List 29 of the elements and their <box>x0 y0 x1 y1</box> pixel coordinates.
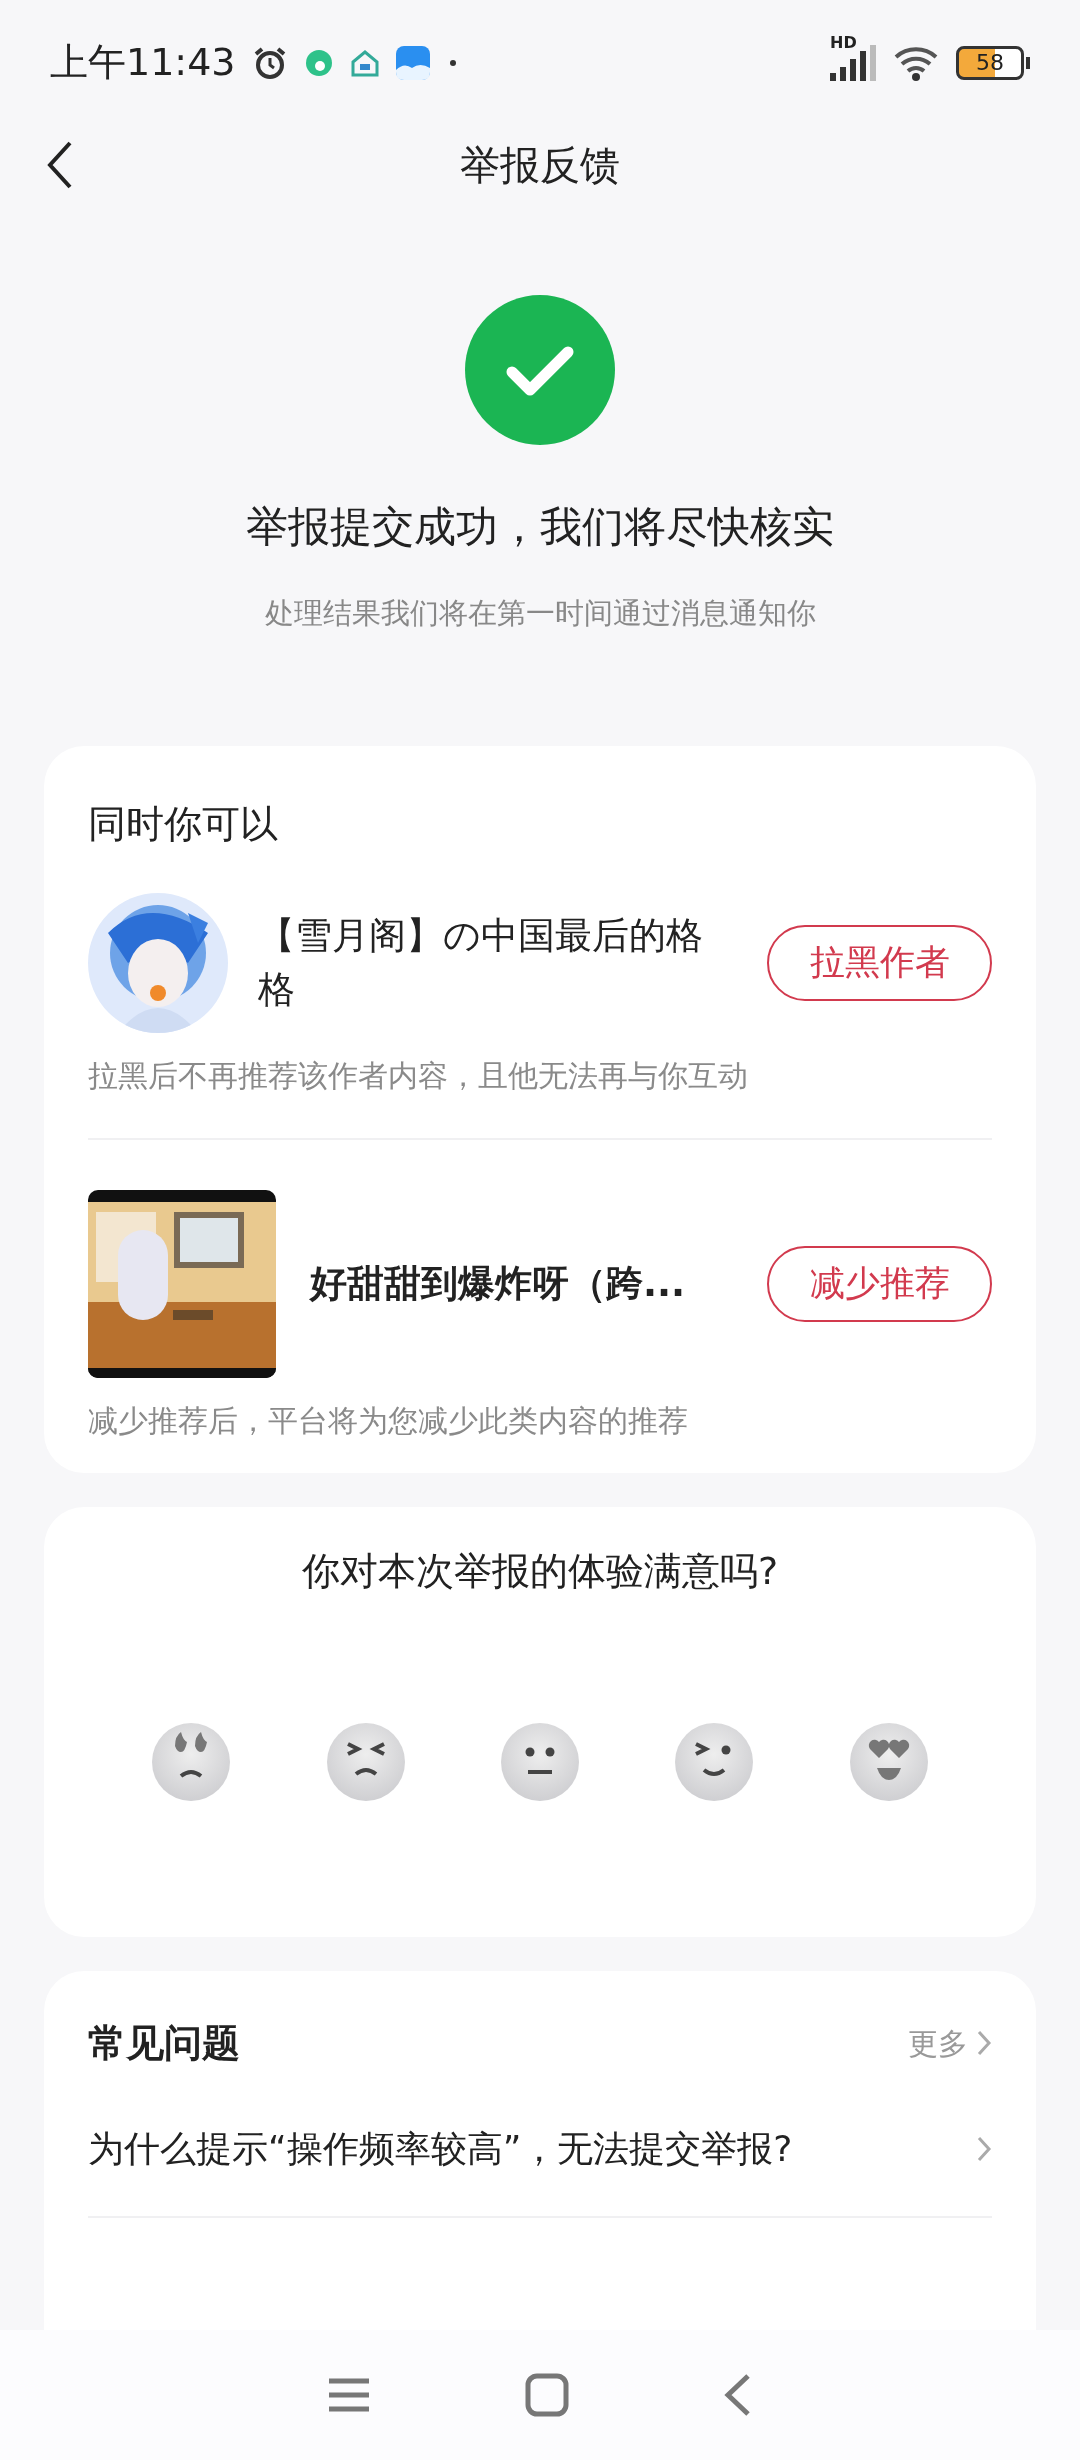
video-title: 好甜甜到爆炸呀（跨... <box>310 1260 687 1307</box>
neutral-face-icon[interactable] <box>499 1721 580 1802</box>
app-icon <box>303 47 334 78</box>
home-square-icon[interactable] <box>525 2373 569 2417</box>
winking-face-icon[interactable] <box>674 1721 755 1802</box>
result-subtitle: 处理结果我们将在第一时间通过消息通知你 <box>264 595 816 632</box>
author-name: 【雪月阁】の中国最后的格格 <box>258 912 704 1013</box>
cloud-app-icon <box>395 45 430 80</box>
section-title: 常见问题 <box>88 2019 240 2067</box>
house-icon <box>349 47 380 78</box>
survey-question: 你对本次举报的体验满意吗? <box>300 1547 780 1595</box>
chevron-icon <box>976 2029 992 2057</box>
page-title: 举报反馈 <box>460 141 620 190</box>
result-title: 举报提交成功，我们将尽快核实 <box>246 501 834 553</box>
more-link[interactable]: 更多 <box>908 2020 992 2066</box>
wincing-face-icon[interactable] <box>325 1721 406 1802</box>
chevron-icon <box>976 2134 992 2163</box>
network-label: HD <box>830 31 857 54</box>
hint-text: 拉黑后不再推荐该作者内容，且他无法再与你互动 <box>88 1056 749 1095</box>
wifi-icon <box>892 44 940 81</box>
block-button[interactable]: 拉黑作者 <box>767 924 992 1001</box>
reduce-button[interactable]: 减少推荐 <box>767 1245 992 1322</box>
heart-eyes-face-icon[interactable] <box>848 1721 929 1802</box>
faq-question: 为什么提示“操作频率较高”，无法提交举报? <box>88 2126 793 2171</box>
section-title: 同时你可以 <box>88 800 279 848</box>
hint-text: 减少推荐后，平台将为您减少此类内容的推荐 <box>88 1401 689 1440</box>
status-time: 上午11:43 <box>50 39 236 86</box>
angry-face-icon[interactable] <box>151 1721 232 1802</box>
faq-item[interactable]: 为什么提示“操作频率较高”，无法提交举报? <box>88 2071 992 2218</box>
